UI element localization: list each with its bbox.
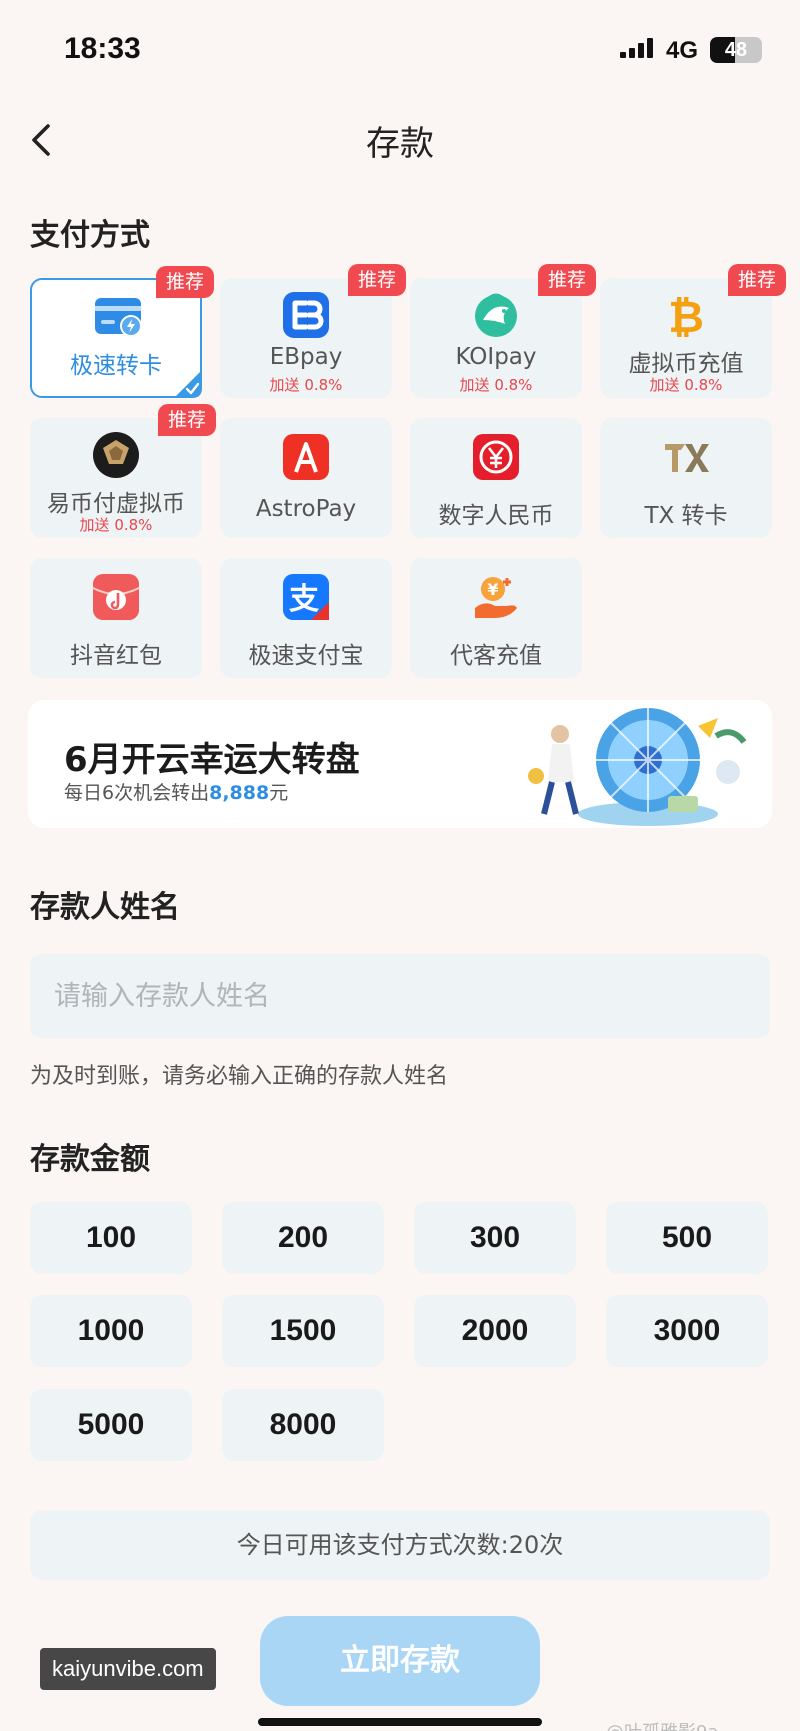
amount-option[interactable]: 8000 <box>222 1389 384 1461</box>
amount-option[interactable]: 5000 <box>30 1389 192 1461</box>
payment-method-fast-card[interactable]: 极速转卡 推荐 <box>30 266 214 398</box>
bitcoin-icon: ₿ <box>668 292 704 340</box>
page-title: 存款 <box>366 124 434 164</box>
amount-option[interactable]: 100 <box>30 1202 192 1274</box>
bonus-text: 加送 0.8% <box>459 376 533 394</box>
banner-title: 6月开云幸运大转盘 <box>64 740 360 780</box>
douyin-red-packet-icon <box>92 574 140 620</box>
payment-method-name: 极速支付宝 <box>248 643 364 669</box>
recommend-badge: 推荐 <box>158 404 216 436</box>
card-icon <box>95 298 142 337</box>
payment-method-digital-rmb[interactable]: 数字人民币 <box>410 418 582 538</box>
payment-method-ebpay[interactable]: EBpay 加送 0.8% 推荐 <box>220 264 406 398</box>
payment-section-title: 支付方式 <box>30 218 150 253</box>
payment-method-name: 代客充值 <box>450 643 542 669</box>
payment-method-agent[interactable]: ¥ 代客充值 <box>410 558 582 678</box>
alipay-icon: 支 <box>283 574 329 620</box>
koi-fish-icon <box>475 293 517 337</box>
svg-text:¥: ¥ <box>487 580 498 599</box>
svg-text:₿: ₿ <box>668 292 704 340</box>
amount-option[interactable]: 1500 <box>222 1295 384 1367</box>
amount-option[interactable]: 300 <box>414 1202 576 1274</box>
battery-level: 48 <box>724 39 748 61</box>
bonus-text: 加送 0.8% <box>649 376 723 394</box>
status-time: 18:33 <box>64 32 141 65</box>
depositor-hint: 为及时到账，请务必输入正确的存款人姓名 <box>30 1064 449 1089</box>
lucky-wheel-banner[interactable]: 6月开云幸运大转盘 每日6次机会转出8,888元 <box>28 700 772 828</box>
prize-wheel-illustration <box>528 708 747 826</box>
status-bar: 18:33 4G 48 <box>0 0 800 100</box>
signal-icon <box>620 38 653 58</box>
daily-quota-info: 今日可用该支付方式次数:20次 <box>30 1510 770 1580</box>
recommend-badge: 推荐 <box>728 264 786 296</box>
amount-option[interactable]: 200 <box>222 1202 384 1274</box>
payment-method-yibifu[interactable]: 易币付虚拟币 加送 0.8% 推荐 <box>30 404 216 538</box>
amount-section-title: 存款金额 <box>30 1142 150 1177</box>
payment-method-name: TX 转卡 <box>644 503 728 529</box>
home-indicator[interactable] <box>258 1718 542 1726</box>
yibifu-icon <box>93 432 139 478</box>
payment-method-tx[interactable]: TX 转卡 <box>600 418 772 538</box>
tx-logo-icon <box>665 444 709 472</box>
amount-option[interactable]: 2000 <box>414 1295 576 1367</box>
payment-method-crypto[interactable]: ₿ 虚拟币充值 加送 0.8% 推荐 <box>600 264 786 398</box>
payment-method-name: KOIpay <box>455 344 537 370</box>
depositor-name-input[interactable] <box>30 954 770 1038</box>
amount-option[interactable]: 1000 <box>30 1295 192 1367</box>
recommend-badge: 推荐 <box>538 264 596 296</box>
payment-method-name: 数字人民币 <box>438 503 554 529</box>
payment-method-name: AstroPay <box>255 496 357 522</box>
bonus-text: 加送 0.8% <box>269 376 343 394</box>
payment-method-alipay[interactable]: 支 极速支付宝 <box>220 558 392 678</box>
selected-check-icon <box>174 370 202 398</box>
payment-method-astropay[interactable]: AstroPay <box>220 418 392 538</box>
site-watermark: kaiyunvibe.com <box>40 1648 216 1690</box>
digital-rmb-icon <box>473 434 519 480</box>
agent-recharge-icon: ¥ <box>475 577 517 618</box>
network-type: 4G <box>666 37 699 64</box>
svg-text:支: 支 <box>289 582 319 617</box>
deposit-submit-button[interactable]: 立即存款 <box>260 1616 540 1706</box>
ebpay-icon <box>283 292 329 338</box>
battery-icon: 48 <box>710 37 762 63</box>
depositor-section-title: 存款人姓名 <box>30 890 180 925</box>
payment-method-name: EBpay <box>269 344 343 370</box>
payment-method-name: 抖音红包 <box>70 643 162 669</box>
recommend-badge: 推荐 <box>156 266 214 298</box>
payment-method-name: 易币付虚拟币 <box>47 491 185 517</box>
amount-option[interactable]: 500 <box>606 1202 768 1274</box>
bonus-text: 加送 0.8% <box>79 516 153 534</box>
payment-method-name: 虚拟币充值 <box>628 351 744 377</box>
payment-method-koipay[interactable]: KOIpay 加送 0.8% 推荐 <box>410 264 596 398</box>
banner-subtitle: 每日6次机会转出8,888元 <box>64 782 289 804</box>
payment-method-douyin[interactable]: 抖音红包 <box>30 558 202 678</box>
author-watermark: @叶孤雅影9a <box>606 1718 718 1731</box>
astropay-icon <box>283 434 329 480</box>
amount-option[interactable]: 3000 <box>606 1295 768 1367</box>
recommend-badge: 推荐 <box>348 264 406 296</box>
